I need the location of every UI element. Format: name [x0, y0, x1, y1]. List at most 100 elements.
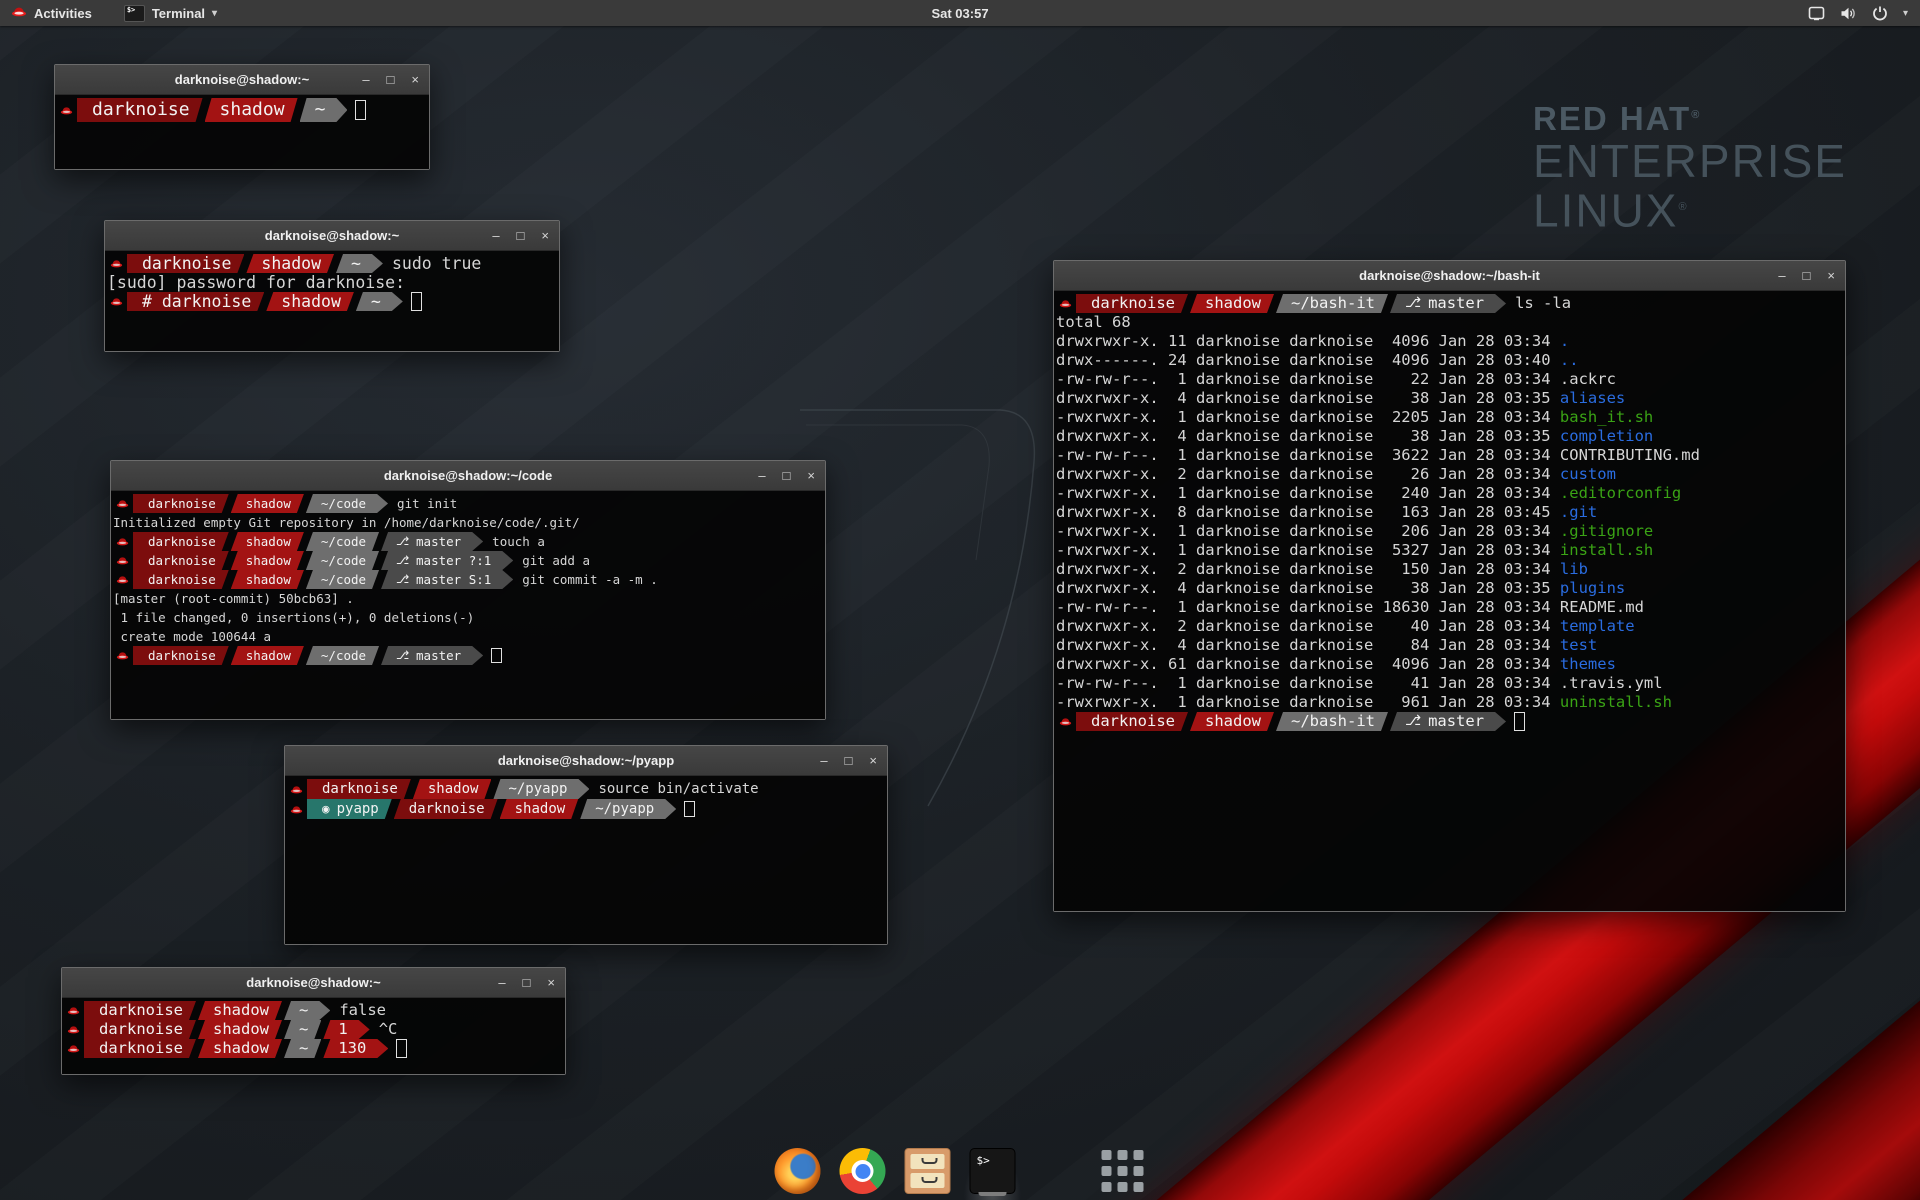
terminal-window[interactable]: darknoise@shadow:~/bash-it–□×darknoisesh…: [1053, 260, 1846, 912]
redhat-icon: [1056, 712, 1076, 731]
minimize-button[interactable]: –: [362, 73, 369, 86]
command-text: ^C: [370, 1020, 398, 1039]
window-titlebar[interactable]: darknoise@shadow:~/code–□×: [111, 461, 825, 491]
terminal-line: drwxrwxr-x. 61 darknoise darknoise 4096 …: [1056, 655, 1843, 674]
close-button[interactable]: ×: [541, 229, 549, 242]
ls-file-name: README.md: [1560, 598, 1644, 617]
maximize-button[interactable]: □: [517, 229, 525, 242]
dock-item-chrome[interactable]: [840, 1148, 886, 1194]
close-button[interactable]: ×: [547, 976, 555, 989]
command-text: false: [330, 1001, 386, 1020]
minimize-button[interactable]: –: [498, 976, 505, 989]
maximize-button[interactable]: □: [387, 73, 395, 86]
terminal-cursor: [1514, 712, 1525, 730]
window-titlebar[interactable]: darknoise@shadow:~/bash-it–□×: [1054, 261, 1845, 291]
redhat-icon: [113, 494, 133, 513]
terminal-cursor: [355, 100, 366, 121]
terminal-window[interactable]: darknoise@shadow:~–□×darknoiseshadow~sud…: [104, 220, 560, 352]
prompt-segment-path: ~: [300, 98, 348, 122]
dock-item-files[interactable]: [905, 1148, 951, 1194]
ls-line-fields: drwxrwxr-x. 8 darknoise darknoise 163 Ja…: [1056, 503, 1560, 522]
close-button[interactable]: ×: [807, 469, 815, 482]
terminal-window[interactable]: darknoise@shadow:~/code–□×darknoiseshado…: [110, 460, 826, 720]
prompt-segment-exit: 1: [323, 1020, 369, 1039]
prompt-segment-git: ⎇master: [1390, 712, 1506, 731]
terminal-window[interactable]: darknoise@shadow:~ – □ × darknoiseshadow~: [54, 64, 430, 170]
dock-item-firefox[interactable]: [775, 1148, 821, 1194]
prompt-segment-path: ~/pyapp: [580, 799, 676, 819]
ls-file-name: ..: [1560, 351, 1579, 370]
system-status-area[interactable]: ▾: [1796, 0, 1920, 26]
registered-mark: ®: [1678, 201, 1688, 213]
terminal-window[interactable]: darknoise@shadow:~/pyapp–□×darknoiseshad…: [284, 745, 888, 945]
ls-file-name: aliases: [1560, 389, 1625, 408]
dock-item-terminal[interactable]: $>: [970, 1148, 1016, 1194]
terminal-content[interactable]: darknoiseshadow~/bash-it⎇masterls -latot…: [1054, 291, 1845, 911]
prompt-segment-host: shadow: [198, 1020, 282, 1039]
window-titlebar[interactable]: darknoise@shadow:~ – □ ×: [55, 65, 429, 95]
prompt-segment-user: # darknoise: [127, 292, 264, 311]
app-menu-terminal[interactable]: $> Terminal ▾: [115, 0, 226, 26]
output-text: create mode 100644 a: [113, 627, 271, 646]
prompt-segment-host: shadow: [413, 779, 492, 799]
prompt-segment-path: ~/bash-it: [1276, 712, 1388, 731]
window-controls: – □ ×: [758, 461, 815, 490]
activities-button[interactable]: Activities: [2, 0, 101, 26]
window-controls: – □ ×: [1778, 261, 1835, 290]
file-cabinet-icon: [905, 1148, 951, 1194]
terminal-content[interactable]: darknoiseshadow~: [55, 95, 429, 169]
minimize-button[interactable]: –: [758, 469, 765, 482]
ls-line-fields: drwxrwxr-x. 2 darknoise darknoise 26 Jan…: [1056, 465, 1560, 484]
chrome-icon: [840, 1148, 886, 1194]
close-button[interactable]: ×: [411, 73, 419, 86]
minimize-button[interactable]: –: [1778, 269, 1785, 282]
maximize-button[interactable]: □: [1803, 269, 1811, 282]
rhel-logo-enterprise: ENTERPRISE: [1533, 138, 1847, 184]
activities-label: Activities: [34, 6, 92, 21]
prompt-segment-git: ⎇master: [381, 532, 483, 551]
terminal-content[interactable]: darknoiseshadow ~/pyappsource bin/activat…: [285, 776, 887, 944]
terminal-window[interactable]: darknoise@shadow:~–□×darknoiseshadow~fal…: [61, 967, 566, 1075]
window-controls: – □ ×: [820, 746, 877, 775]
maximize-button[interactable]: □: [845, 754, 853, 767]
ls-file-name: install.sh: [1560, 541, 1653, 560]
git-branch-icon: ⎇: [396, 646, 409, 665]
prompt-segment-user: darknoise: [133, 551, 229, 570]
ls-file-name: .git: [1560, 503, 1597, 522]
maximize-button[interactable]: □: [783, 469, 791, 482]
minimize-button[interactable]: –: [492, 229, 499, 242]
command-text: source bin/activate: [589, 779, 758, 799]
ls-line-fields: -rwxrwxr-x. 1 darknoise darknoise 961 Ja…: [1056, 693, 1560, 712]
window-titlebar[interactable]: darknoise@shadow:~/pyapp–□×: [285, 746, 887, 776]
prompt-segment-host: shadow: [198, 1039, 282, 1058]
git-branch-icon: ⎇: [396, 532, 409, 551]
terminal-line: Initialized empty Git repository in /hom…: [113, 513, 823, 532]
prompt-segment-user: darknoise: [133, 532, 229, 551]
ls-line-fields: -rw-rw-r--. 1 darknoise darknoise 3622 J…: [1056, 446, 1560, 465]
redhat-icon: [107, 292, 127, 311]
clock[interactable]: Sat 03:57: [921, 0, 998, 26]
terminal-line: darknoiseshadow~130: [64, 1039, 563, 1058]
minimize-button[interactable]: –: [820, 754, 827, 767]
dock-item-toolbox[interactable]: [1035, 1148, 1081, 1194]
dock-item-app-grid[interactable]: [1100, 1148, 1146, 1194]
close-button[interactable]: ×: [1827, 269, 1835, 282]
prompt-segment-user: darknoise: [84, 1039, 196, 1058]
ls-file-name: CONTRIBUTING.md: [1560, 446, 1700, 465]
terminal-line: drwxrwxr-x. 2 darknoise darknoise 26 Jan…: [1056, 465, 1843, 484]
terminal-content[interactable]: darknoiseshadow~sudo true[sudo] password…: [105, 251, 559, 351]
terminal-line: -rw-rw-r--. 1 darknoise darknoise 18630 …: [1056, 598, 1843, 617]
rhel-logo-redhat: RED HAT: [1533, 100, 1691, 137]
ls-file-name: .editorconfig: [1560, 484, 1681, 503]
window-title: darknoise@shadow:~: [175, 72, 309, 87]
terminal-content[interactable]: darknoiseshadow~/codegit initInitialized…: [111, 491, 825, 719]
maximize-button[interactable]: □: [523, 976, 531, 989]
ls-file-name: plugins: [1560, 579, 1625, 598]
terminal-line: -rwxrwxr-x. 1 darknoise darknoise 240 Ja…: [1056, 484, 1843, 503]
window-titlebar[interactable]: darknoise@shadow:~–□×: [62, 968, 565, 998]
window-titlebar[interactable]: darknoise@shadow:~–□×: [105, 221, 559, 251]
terminal-line: darknoiseshadow~sudo true: [107, 254, 557, 273]
prompt-segment-user: darknoise: [307, 779, 411, 799]
close-button[interactable]: ×: [869, 754, 877, 767]
terminal-content[interactable]: darknoiseshadow~falsedarknoiseshadow~1^C…: [62, 998, 565, 1074]
